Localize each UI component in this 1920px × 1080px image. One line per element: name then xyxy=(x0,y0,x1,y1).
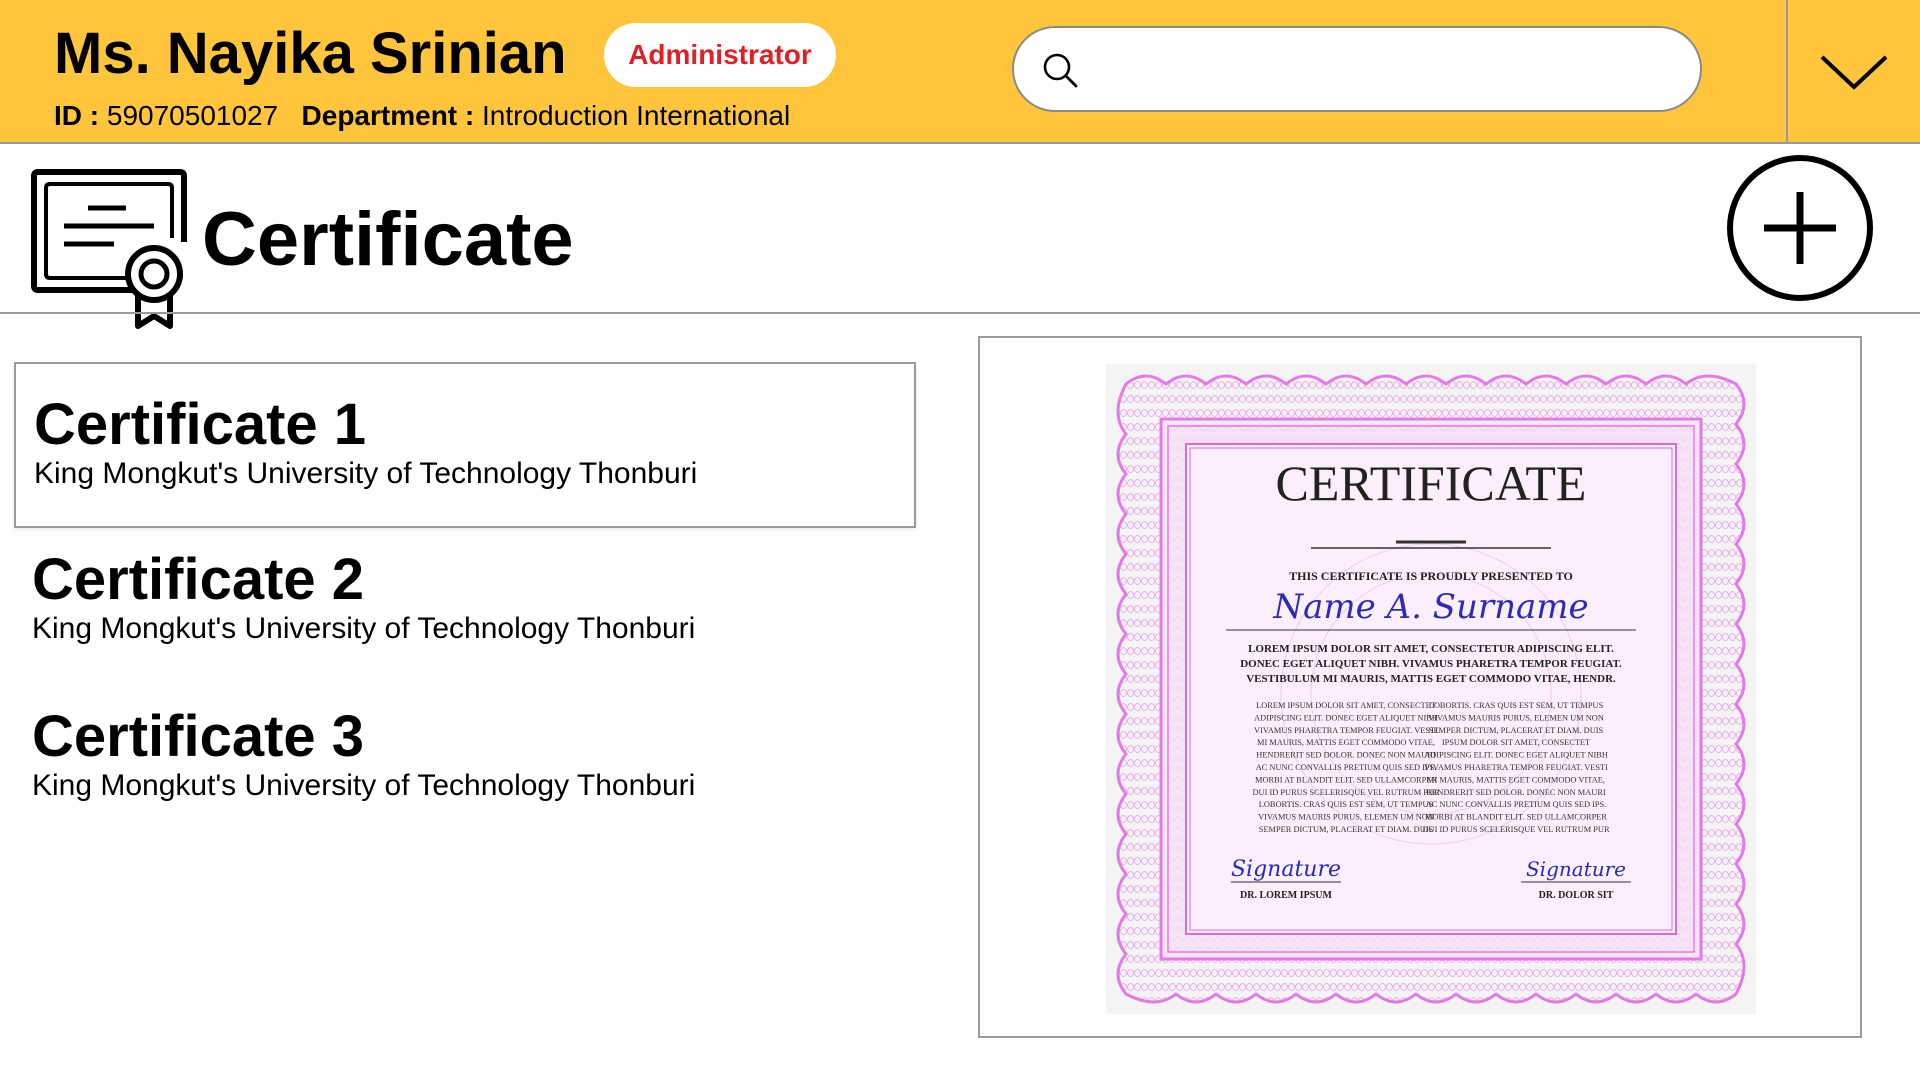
title-divider xyxy=(0,312,1920,314)
preview-body-line: AC NUNC CONVALLIS PRETIUM QUIS SED IPS. xyxy=(1256,763,1437,772)
preview-body-line: MORBI AT BLANDIT ELIT. SED ULLAMCORPER xyxy=(1425,813,1607,822)
certificate-list-item[interactable]: Certificate 2 King Mongkut's University … xyxy=(14,519,916,685)
preview-body-line: LOREM IPSUM DOLOR SIT AMET, CONSECTET xyxy=(1256,701,1436,710)
department-label: Department : xyxy=(301,100,475,131)
certificate-issuer: King Mongkut's University of Technology … xyxy=(32,769,696,802)
preview-body-line: VIVAMUS PHARETRA TEMPOR FEUGIAT. VESTI xyxy=(1424,763,1608,772)
preview-lead-line: LOREM IPSUM DOLOR SIT AMET, CONSECTETUR … xyxy=(1248,643,1614,655)
certificate-title: Certificate 1 xyxy=(34,392,367,457)
id-value: 59070501027 xyxy=(106,100,279,131)
preview-body-line: MORBI AT BLANDIT ELIT. SED ULLAMCORPER xyxy=(1255,775,1437,784)
preview-signer-left: DR. LOREM IPSUM xyxy=(1240,890,1333,901)
preview-signature-left: Signature xyxy=(1231,857,1341,882)
certificate-preview-image: CERTIFICATE THIS CERTIFICATE IS PROUDLY … xyxy=(1106,364,1756,1014)
preview-lead-line: VESTIBULUM MI MAURIS, MATTIS EGET COMMOD… xyxy=(1246,673,1616,685)
user-name: Ms. Nayika Srinian xyxy=(54,21,567,86)
preview-body-line: LOBORTIS. CRAS QUIS EST SEM, UT TEMPUS xyxy=(1429,701,1604,710)
preview-signer-right: DR. DOLOR SIT xyxy=(1539,890,1614,901)
preview-lead-line: DONEC EGET ALIQUET NIBH. VIVAMUS PHARETR… xyxy=(1240,658,1622,670)
preview-body-line: HENDRERIT SED DOLOR. DONEC NON MAURI xyxy=(1256,751,1436,760)
preview-body-line: SEMPER DICTUM, PLACERAT ET DIAM. DUIS xyxy=(1429,726,1604,735)
certificate-issuer: King Mongkut's University of Technology … xyxy=(32,612,696,645)
preview-body-line: VIVAMUS MAURIS PURUS, ELEMEN UM NON xyxy=(1428,713,1604,722)
preview-heading: CERTIFICATE xyxy=(1276,455,1587,511)
certificate-list-item[interactable]: Certificate 3 King Mongkut's University … xyxy=(14,676,916,842)
preview-body-left: LOREM IPSUM DOLOR SIT AMET, CONSECTET ADI… xyxy=(1252,701,1439,834)
preview-body-line: HENDRERIT SED DOLOR. DONEC NON MAURI xyxy=(1426,788,1606,797)
preview-signature-right: Signature xyxy=(1526,857,1626,881)
preview-recipient: Name A. Surname xyxy=(1272,587,1588,627)
preview-body-line: ADIPISCING ELIT. DONEC EGET ALIQUET NIBH xyxy=(1424,751,1608,760)
preview-body-line: DUI ID PURUS SCELERISQUE VEL RUTRUM PUR xyxy=(1422,825,1609,834)
preview-body-line: ADIPISCING ELIT. DONEC EGET ALIQUET NIBH xyxy=(1254,713,1438,722)
certificate-list: Certificate 1 King Mongkut's University … xyxy=(14,362,916,842)
preview-body-line: DUI ID PURUS SCELERISQUE VEL RUTRUM PUR xyxy=(1252,788,1439,797)
search-bar[interactable] xyxy=(1012,26,1702,112)
page-title: Certificate xyxy=(202,197,574,282)
preview-body-line: AC NUNC CONVALLIS PRETIUM QUIS SED IPS. xyxy=(1426,800,1607,809)
preview-body-right: LOBORTIS. CRAS QUIS EST SEM, UT TEMPUS VI… xyxy=(1422,701,1609,834)
id-label: ID : xyxy=(54,100,100,131)
preview-body-line: MI MAURIS, MATTIS EGET COMMODO VITAE, xyxy=(1257,738,1435,747)
certificate-title: Certificate 3 xyxy=(32,704,365,769)
preview-body-line: MI MAURIS, MATTIS EGET COMMODO VITAE, xyxy=(1427,775,1605,784)
department-value: Introduction International xyxy=(482,100,791,131)
certificate-preview-panel: CERTIFICATE THIS CERTIFICATE IS PROUDLY … xyxy=(978,336,1862,1038)
role-badge: Administrator xyxy=(604,23,836,87)
chevron-down-icon xyxy=(1820,55,1888,90)
preview-body-line: VIVAMUS PHARETRA TEMPOR FEUGIAT. VESTI xyxy=(1254,726,1438,735)
menu-toggle-button[interactable] xyxy=(1786,0,1920,142)
add-certificate-button[interactable] xyxy=(1726,154,1874,302)
certificate-icon xyxy=(31,169,187,329)
preview-body-line: SEMPER DICTUM, PLACERAT ET DIAM. DUIS xyxy=(1259,825,1434,834)
user-info-line: ID : 59070501027 Department : Introducti… xyxy=(54,98,790,134)
certificate-title: Certificate 2 xyxy=(32,547,365,612)
search-input[interactable] xyxy=(1094,42,1678,98)
preview-body-line: VIVAMUS MAURIS PURUS, ELEMEN UM NON xyxy=(1258,813,1434,822)
certificate-list-item[interactable]: Certificate 1 King Mongkut's University … xyxy=(14,362,916,528)
preview-presented-to: THIS CERTIFICATE IS PROUDLY PRESENTED TO xyxy=(1289,569,1573,583)
top-bar: Ms. Nayika Srinian Administrator ID : 59… xyxy=(0,0,1920,144)
preview-body-line: LOBORTIS. CRAS QUIS EST SEM, UT TEMPUS xyxy=(1259,800,1434,809)
search-icon xyxy=(1043,53,1078,88)
certificate-issuer: King Mongkut's University of Technology … xyxy=(34,457,698,490)
preview-body-line: IPSUM DOLOR SIT AMET, CONSECTET xyxy=(1442,738,1590,747)
